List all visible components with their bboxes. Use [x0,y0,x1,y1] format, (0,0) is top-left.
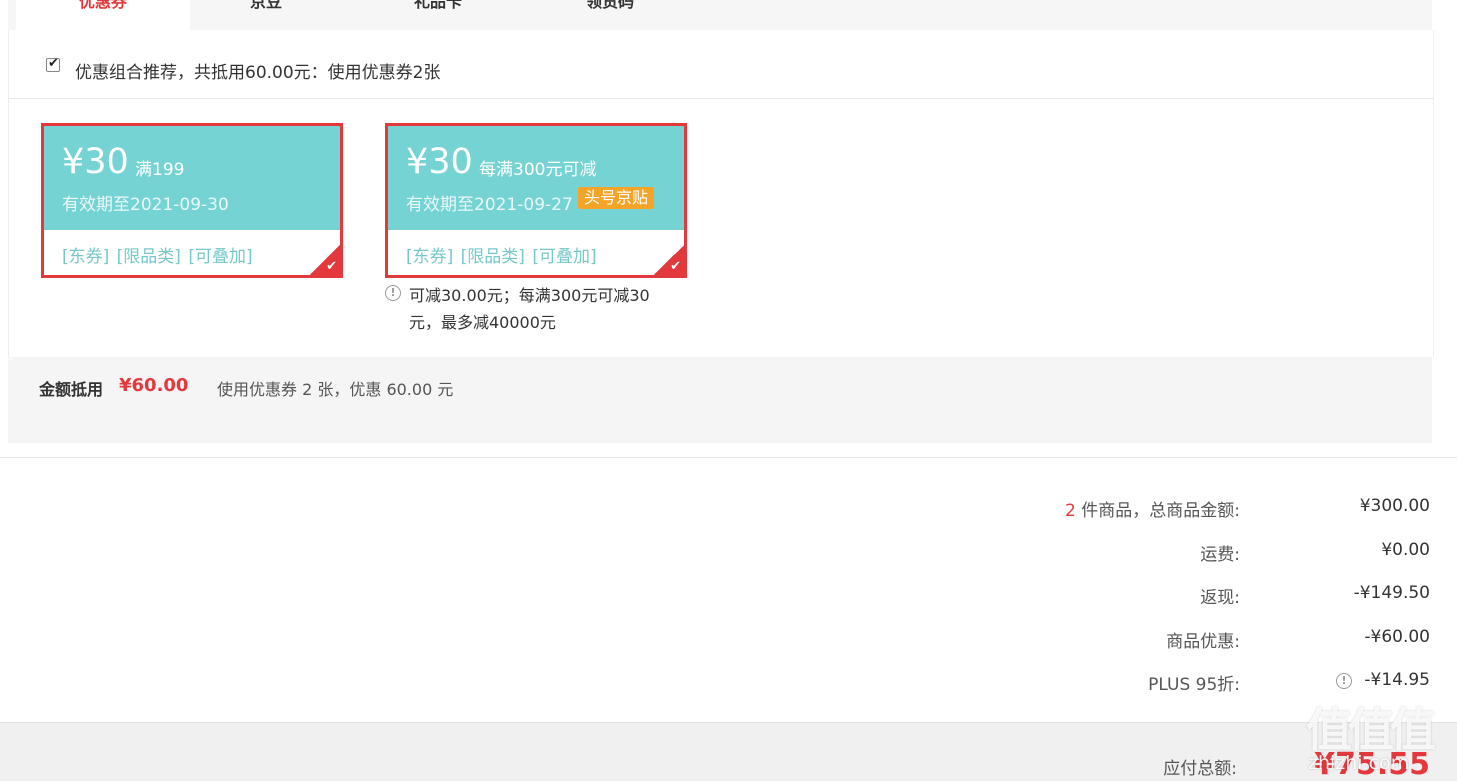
summary-label: PLUS 95折: [1148,675,1240,695]
total-band: 应付总额: ¥75.55 [0,722,1457,782]
check-icon: ✔ [670,259,681,274]
coupon-card[interactable]: ¥30 每满300元可减 有效期至2021-09-27 头号京贴 [东券] [限… [385,123,687,278]
item-count-label: 件商品，总商品金额: [1075,501,1240,521]
summary-value: ¥0.00 [1381,540,1430,560]
recommend-text: 优惠组合推荐，共抵用60.00元：使用优惠券2张 [75,63,441,83]
tab-redeem-code[interactable]: 领货码 [534,0,686,30]
summary-value: ¥300.00 [1359,496,1430,516]
check-icon: ✔ [48,56,59,71]
coupon-badge: 头号京贴 [578,187,655,209]
selected-mark: ✔ [310,245,340,275]
coupon-tags: [东券] [限品类] [可叠加] [62,247,253,267]
summary-row-cashback: 返现: -¥149.50 [0,583,1457,608]
watermark-domain: zhizhi.com [1308,752,1410,774]
coupon-expiry: 有效期至2021-09-30 [62,195,229,215]
summary-row-shipping: 运费: ¥0.00 [0,540,1457,565]
summary-row-plus: PLUS 95折: ! -¥14.95 [0,670,1457,695]
coupon-amount: ¥30 [62,142,129,182]
watermark: 值值值 zhizhi.com [1306,694,1452,780]
discount-summary: 金额抵用 ¥60.00 使用优惠券 2 张，优惠 60.00 元 [8,357,1432,443]
summary-label: 2 件商品，总商品金额: [1065,496,1240,521]
coupon-panel: ✔ 优惠组合推荐，共抵用60.00元：使用优惠券2张 ¥30 满199 有效期至… [8,30,1434,357]
summary-label: 商品优惠: [1166,632,1240,652]
coupon-condition: 每满300元可减 [479,160,597,180]
discount-value: ¥60.00 [119,375,189,396]
divider [0,457,1457,458]
coupon-header: ¥30 每满300元可减 有效期至2021-09-27 头号京贴 [388,126,684,230]
coupon-tags: [东券] [限品类] [可叠加] [406,247,597,267]
summary-row-discount: 商品优惠: -¥60.00 [0,627,1457,652]
coupon-expiry: 有效期至2021-09-27 [406,195,573,215]
discount-label: 金额抵用 [39,380,104,399]
tab-coupons[interactable]: 优惠券 [16,0,190,30]
summary-row-goods: 2 件商品，总商品金额: ¥300.00 [0,496,1457,521]
coupon-note: 可减30.00元；每满300元可减30元，最多减40000元 [409,286,650,332]
coupon-card[interactable]: ¥30 满199 有效期至2021-09-30 [东券] [限品类] [可叠加]… [41,123,343,278]
summary-label: 运费: [1200,545,1240,565]
coupon-tabs: 优惠券 京豆 礼品卡 领货码 [8,0,1432,30]
check-icon: ✔ [326,259,337,274]
tab-gift-card[interactable]: 礼品卡 [362,0,514,30]
item-count: 2 [1065,501,1076,521]
summary-value: -¥149.50 [1353,583,1430,603]
watermark-logo: 值值值 [1306,703,1436,757]
tab-jingdou[interactable]: 京豆 [190,0,342,30]
coupon-condition: 满199 [135,160,185,180]
info-icon[interactable]: ! [385,285,401,301]
summary-value: -¥14.95 [1364,670,1430,690]
summary-value: -¥60.00 [1364,627,1430,647]
info-icon[interactable]: ! [1336,673,1352,689]
total-label: 应付总额: [1163,759,1237,779]
recommend-row: ✔ 优惠组合推荐，共抵用60.00元：使用优惠券2张 [9,30,1433,99]
discount-desc: 使用优惠券 2 张，优惠 60.00 元 [217,380,454,399]
coupon-amount: ¥30 [406,142,473,182]
coupon-header: ¥30 满199 有效期至2021-09-30 [44,126,340,230]
summary-label: 返现: [1200,588,1240,608]
recommend-checkbox[interactable]: ✔ [46,56,60,72]
selected-mark: ✔ [654,245,684,275]
